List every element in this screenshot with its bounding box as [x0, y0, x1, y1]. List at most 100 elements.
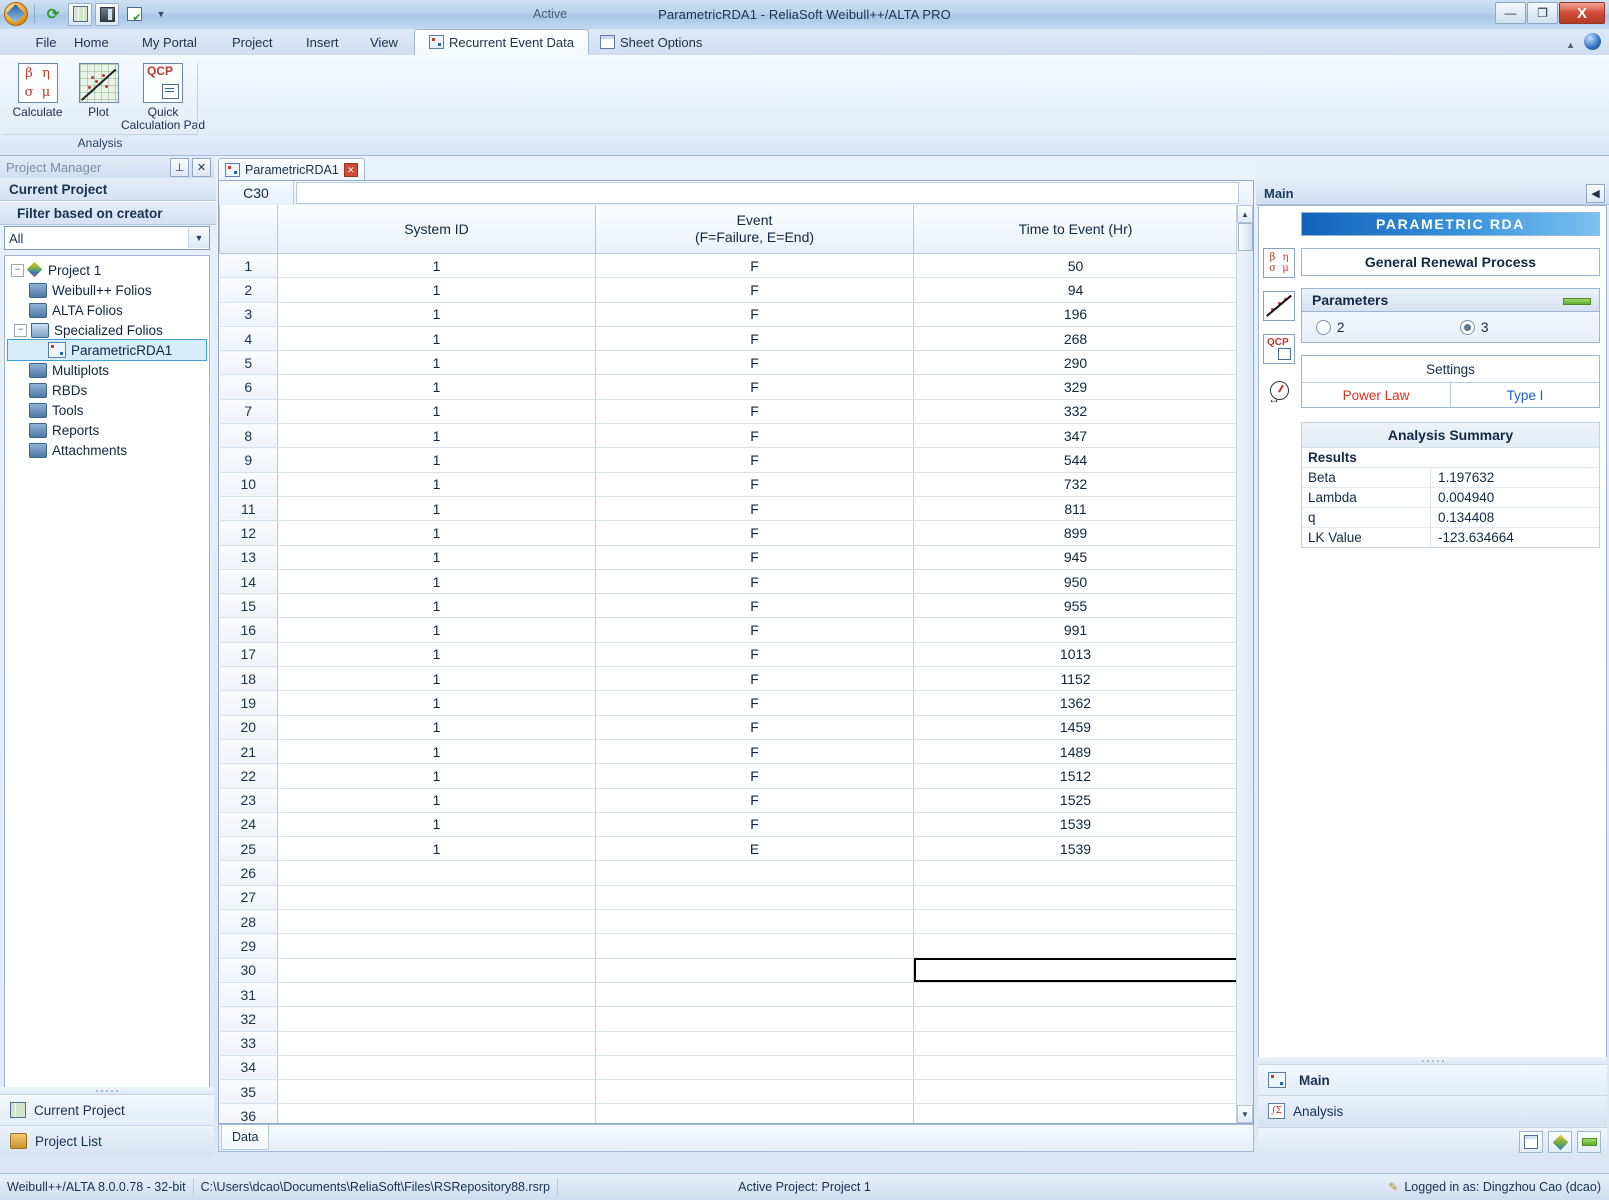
row-number[interactable]: 2	[219, 277, 278, 303]
row-number[interactable]: 19	[219, 690, 278, 716]
row-number[interactable]: 26	[219, 860, 278, 886]
row-number[interactable]: 5	[219, 350, 278, 376]
quick-calculation-pad-button[interactable]: QCP Quick Calculation Pad	[121, 61, 205, 132]
cell-system-id[interactable]: 1	[277, 447, 596, 473]
row-number[interactable]: 29	[219, 933, 278, 959]
tree-item-parametricrda1[interactable]: ParametricRDA1	[7, 339, 207, 361]
tree-item-attachments[interactable]: Attachments	[5, 440, 209, 460]
table-row[interactable]: 18 1 F 1152	[219, 666, 1238, 692]
cell-system-id[interactable]: 1	[277, 593, 596, 619]
cell-event[interactable]: F	[595, 788, 914, 813]
table-row[interactable]: 35	[219, 1079, 1238, 1105]
row-number[interactable]: 20	[219, 715, 278, 740]
cell-event[interactable]: F	[595, 569, 914, 595]
cell-system-id[interactable]	[277, 1031, 596, 1056]
minimize-button[interactable]: —	[1495, 2, 1526, 24]
cell-time-to-event[interactable]: 991	[913, 617, 1238, 643]
row-number[interactable]: 36	[219, 1103, 278, 1123]
collapse-group-icon[interactable]	[1563, 298, 1591, 305]
table-row[interactable]: 16 1 F 991	[219, 617, 1238, 643]
cell-system-id[interactable]: 1	[277, 666, 596, 692]
row-number[interactable]: 14	[219, 569, 278, 595]
expand-toggle-icon[interactable]: −	[14, 323, 27, 337]
cell-event[interactable]: F	[595, 763, 914, 789]
cell-time-to-event[interactable]: 332	[913, 399, 1238, 425]
cell-system-id[interactable]: 1	[277, 715, 596, 740]
tree-item-project-1[interactable]: − Project 1	[5, 260, 209, 280]
panel-tab-analysis[interactable]: ∫Σ Analysis	[1258, 1095, 1607, 1126]
cell-event[interactable]	[595, 1006, 914, 1032]
plot-icon-button[interactable]	[1263, 291, 1295, 321]
row-number[interactable]: 3	[219, 302, 278, 327]
row-number[interactable]: 9	[219, 447, 278, 473]
table-row[interactable]: 29	[219, 933, 1238, 959]
cell-event[interactable]: F	[595, 715, 914, 740]
tree-item-weibull-folios[interactable]: Weibull++ Folios	[5, 280, 209, 300]
row-number[interactable]: 13	[219, 545, 278, 570]
ribbon-collapse-icon[interactable]: ▲	[1566, 40, 1575, 50]
cell-time-to-event[interactable]: 50	[913, 253, 1238, 279]
table-row[interactable]: 26	[219, 860, 1238, 886]
row-number[interactable]: 25	[219, 836, 278, 862]
table-row[interactable]: 36	[219, 1103, 1238, 1123]
model-box[interactable]: General Renewal Process	[1301, 248, 1600, 276]
tree-item-specialized-folios[interactable]: − Specialized Folios	[5, 320, 209, 340]
cell-time-to-event[interactable]: 268	[913, 326, 1238, 352]
cell-system-id[interactable]: 1	[277, 472, 596, 497]
cell-time-to-event[interactable]: 955	[913, 593, 1238, 619]
cell-time-to-event[interactable]: 94	[913, 277, 1238, 303]
pin-icon[interactable]: ⊥	[170, 158, 189, 177]
cell-system-id[interactable]: 1	[277, 374, 596, 400]
cell-event[interactable]: F	[595, 690, 914, 716]
row-number[interactable]: 24	[219, 812, 278, 838]
settings-power-law[interactable]: Power Law	[1302, 383, 1451, 407]
cell-system-id[interactable]: 1	[277, 545, 596, 570]
row-number[interactable]: 6	[219, 374, 278, 400]
cell-event[interactable]: F	[595, 496, 914, 522]
tab-project[interactable]: Project	[218, 29, 286, 55]
table-row[interactable]: 14 1 F 950	[219, 569, 1238, 595]
table-row[interactable]: 4 1 F 268	[219, 326, 1238, 352]
cell-system-id[interactable]: 1	[277, 788, 596, 813]
row-number[interactable]: 18	[219, 666, 278, 692]
cell-system-id[interactable]	[277, 982, 596, 1008]
table-row[interactable]: 31	[219, 982, 1238, 1008]
cell-time-to-event[interactable]	[913, 1103, 1238, 1123]
scroll-up-button[interactable]: ▲	[1237, 205, 1253, 223]
restore-button[interactable]: ❐	[1527, 2, 1558, 24]
table-row[interactable]: 22 1 F 1512	[219, 763, 1238, 789]
project-icon[interactable]	[1548, 1131, 1572, 1153]
row-number[interactable]: 30	[219, 958, 278, 983]
document-tab-parametricrda1[interactable]: ParametricRDA1 ✕	[218, 158, 365, 181]
cell-event[interactable]: F	[595, 520, 914, 546]
cell-time-to-event[interactable]: 290	[913, 350, 1238, 376]
scroll-down-button[interactable]: ▼	[1237, 1105, 1253, 1123]
cell-time-to-event[interactable]: 1539	[913, 812, 1238, 838]
table-row[interactable]: 5 1 F 290	[219, 350, 1238, 376]
cell-system-id[interactable]: 1	[277, 277, 596, 303]
cell-event[interactable]	[595, 860, 914, 886]
row-number[interactable]: 32	[219, 1006, 278, 1032]
cell-system-id[interactable]	[277, 1103, 596, 1123]
table-row[interactable]: 28	[219, 909, 1238, 935]
table-row[interactable]: 19 1 F 1362	[219, 690, 1238, 716]
table-row[interactable]: 6 1 F 329	[219, 374, 1238, 400]
dock-tab-project-list[interactable]: Project List	[0, 1125, 214, 1156]
row-number[interactable]: 1	[219, 253, 278, 279]
qcp-icon-button[interactable]: QCP	[1263, 334, 1295, 364]
cell-time-to-event[interactable]: 329	[913, 374, 1238, 400]
cell-event[interactable]: F	[595, 253, 914, 279]
cell-time-to-event[interactable]: 347	[913, 423, 1238, 449]
table-row[interactable]: 7 1 F 332	[219, 399, 1238, 425]
cell-system-id[interactable]: 1	[277, 642, 596, 668]
row-number[interactable]: 11	[219, 496, 278, 522]
tab-view[interactable]: View	[356, 29, 412, 55]
cell-event[interactable]	[595, 958, 914, 983]
cell-event[interactable]	[595, 933, 914, 959]
cell-system-id[interactable]: 1	[277, 423, 596, 449]
cell-event[interactable]	[595, 909, 914, 935]
cell-time-to-event[interactable]: 1512	[913, 763, 1238, 789]
tree-item-alta-folios[interactable]: ALTA Folios	[5, 300, 209, 320]
cell-event[interactable]: F	[595, 545, 914, 570]
table-row[interactable]: 12 1 F 899	[219, 520, 1238, 546]
